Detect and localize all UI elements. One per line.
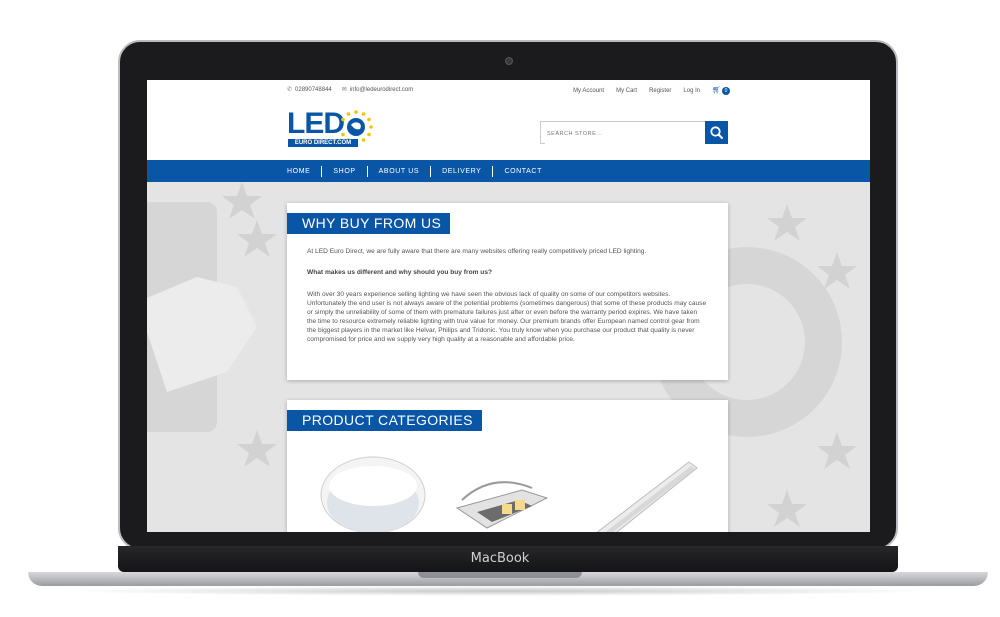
product-image-bulkhead (320, 456, 426, 532)
register-link[interactable]: Register (649, 88, 671, 94)
top-bar: ✆ 02890748844 ✉ info@ledeurodirect.com My … (287, 86, 730, 98)
why-question-text: What makes us different and why should y… (307, 269, 493, 276)
product-categories-panel: PRODUCT CATEGORIES (287, 400, 728, 532)
nav-home[interactable]: HOME (287, 165, 323, 177)
envelope-icon: ✉ (341, 87, 347, 93)
laptop-shadow (60, 586, 940, 596)
phone-contact[interactable]: ✆ 02890748844 (287, 86, 332, 93)
browser-screen: ✆ 02890748844 ✉ info@ledeurodirect.com My … (147, 80, 870, 532)
search-input[interactable] (545, 123, 709, 145)
camera (505, 57, 513, 65)
main-nav: HOME SHOP ABOUT US DELIVERY CONTACT (147, 160, 870, 182)
search-button[interactable] (705, 121, 728, 144)
phone-number: 02890748844 (295, 87, 332, 93)
phone-icon: ✆ (287, 87, 293, 93)
nav-contact[interactable]: CONTACT (493, 166, 553, 177)
cart-button[interactable]: 🛒︎ 0 (712, 86, 730, 95)
nav-about-us[interactable]: ABOUT US (368, 165, 432, 177)
my-cart-link[interactable]: My Cart (616, 88, 637, 94)
product-image-batten (596, 461, 698, 532)
email-address: info@ledeurodirect.com (349, 87, 414, 93)
login-link[interactable]: Log In (683, 88, 700, 94)
cart-icon: 🛒︎ (712, 87, 721, 94)
my-account-link[interactable]: My Account (573, 88, 604, 94)
site-logo[interactable]: LED EURO DIRECT.COM (287, 106, 379, 152)
product-image-floodlight (455, 481, 549, 529)
laptop-brand-label: MacBook (470, 551, 530, 566)
email-contact[interactable]: ✉ info@ledeurodirect.com (342, 86, 414, 93)
logo-subtitle: EURO DIRECT.COM (288, 139, 358, 147)
search-box (540, 121, 728, 145)
nav-delivery[interactable]: DELIVERY (431, 165, 494, 177)
product-images (320, 456, 698, 532)
why-intro-text: At LED Euro Direct, we are fully aware t… (307, 248, 647, 255)
account-links: My Account My Cart Register Log In 🛒︎ 0 (573, 86, 730, 95)
main-content: WHY BUY FROM US At LED Euro Direct, we a… (147, 182, 870, 532)
why-buy-title: WHY BUY FROM US (287, 213, 451, 234)
contact-info: ✆ 02890748844 ✉ info@ledeurodirect.com (287, 86, 413, 93)
nav-shop[interactable]: SHOP (322, 165, 368, 177)
why-buy-panel: WHY BUY FROM US At LED Euro Direct, we a… (287, 203, 728, 380)
why-body-text: With over 30 years experience selling li… (307, 291, 707, 343)
logo-text: LED (287, 107, 345, 140)
search-icon (710, 126, 723, 139)
laptop-notch (418, 572, 582, 578)
cart-count-badge: 0 (722, 87, 730, 95)
